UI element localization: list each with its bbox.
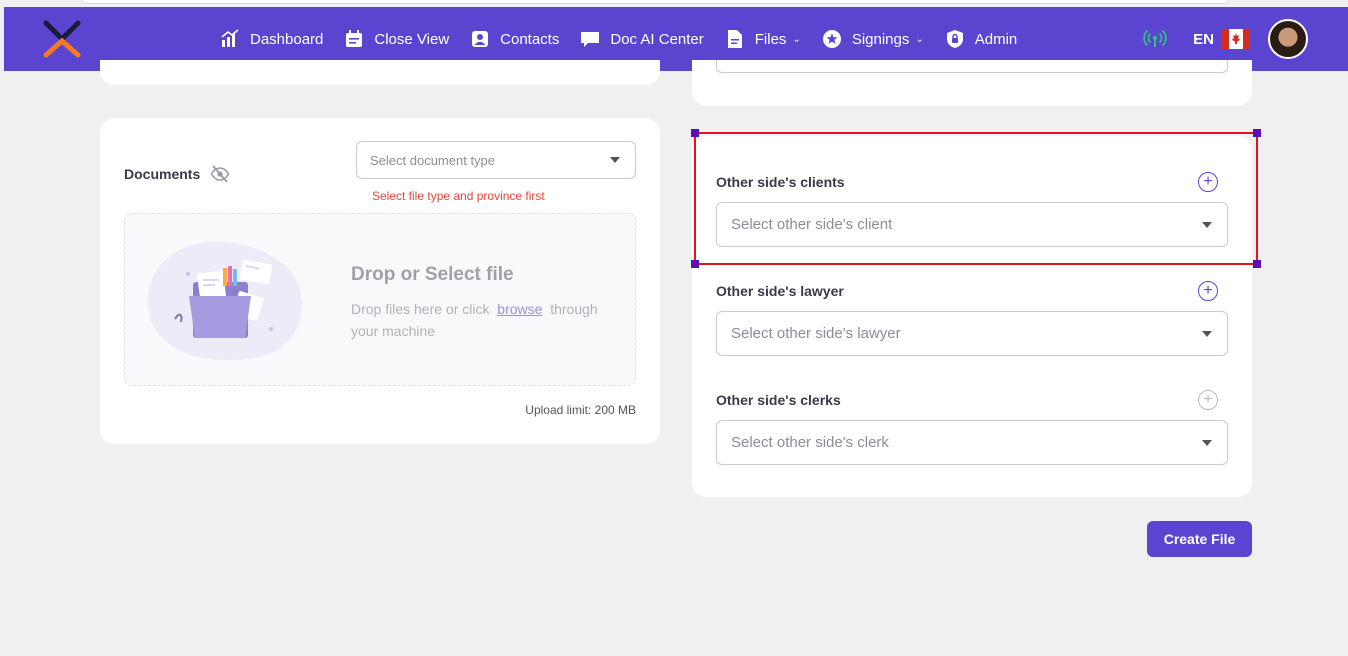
upload-limit-text: Upload limit: 200 MB xyxy=(525,403,636,417)
other-side-lawyer-label: Other side's lawyer xyxy=(716,283,844,299)
nav-item-label: Admin xyxy=(974,30,1018,48)
clerk-select-placeholder: Select other side's clerk xyxy=(731,434,889,451)
previous-field-edge xyxy=(716,60,1228,73)
document-type-select[interactable]: Select document type xyxy=(356,141,636,179)
dropzone-description: Drop files here or click browse through … xyxy=(351,298,621,342)
nav-item-label: Files xyxy=(754,30,787,48)
add-clerk-button[interactable]: + xyxy=(1198,390,1218,410)
plus-icon: + xyxy=(1203,173,1213,190)
eye-off-icon[interactable] xyxy=(210,164,230,184)
chart-icon xyxy=(220,29,240,49)
nav-item-admin[interactable]: Admin xyxy=(945,29,1018,49)
language-code[interactable]: EN xyxy=(1193,31,1214,48)
lawyer-select-placeholder: Select other side's lawyer xyxy=(731,325,901,342)
other-side-card: Other side's clients + Select other side… xyxy=(692,136,1252,497)
chat-icon xyxy=(580,29,600,49)
other-side-clerk-select[interactable]: Select other side's clerk xyxy=(716,420,1228,465)
nav-item-signings[interactable]: Signings ⌄ xyxy=(822,29,924,49)
nav-item-doc-ai-center[interactable]: Doc AI Center xyxy=(580,29,704,49)
resize-handle[interactable] xyxy=(691,260,699,268)
upload-illustration-icon xyxy=(147,241,302,361)
other-side-clients-label: Other side's clients xyxy=(716,174,845,190)
other-side-client-select[interactable]: Select other side's client xyxy=(716,202,1228,247)
other-side-clerks-label: Other side's clerks xyxy=(716,392,841,408)
address-bar-edge xyxy=(80,0,1230,4)
chevron-down-icon: ⌄ xyxy=(792,33,801,45)
canada-flag-icon[interactable] xyxy=(1222,29,1250,49)
caret-down-icon xyxy=(1202,330,1212,337)
caret-down-icon xyxy=(1202,221,1212,228)
signal-icon[interactable] xyxy=(1143,27,1167,51)
caret-down-icon xyxy=(1202,439,1212,446)
plus-icon: + xyxy=(1203,391,1213,408)
previous-card-left xyxy=(100,60,660,85)
nav-item-files[interactable]: Files ⌄ xyxy=(725,29,801,49)
resize-handle[interactable] xyxy=(691,129,699,137)
add-lawyer-button[interactable]: + xyxy=(1198,281,1218,301)
chevron-down-icon: ⌄ xyxy=(915,33,924,45)
nav-item-label: Dashboard xyxy=(250,30,324,48)
document-type-error: Select file type and province first xyxy=(372,189,545,203)
client-select-placeholder: Select other side's client xyxy=(731,216,893,233)
calendar-icon xyxy=(344,29,364,49)
user-avatar[interactable] xyxy=(1268,19,1308,59)
other-side-lawyer-select[interactable]: Select other side's lawyer xyxy=(716,311,1228,356)
dropzone-text-before: Drop files here or click xyxy=(351,301,490,317)
file-dropzone[interactable]: Drop or Select file Drop files here or c… xyxy=(124,213,636,386)
file-icon xyxy=(725,29,745,49)
resize-handle[interactable] xyxy=(1253,129,1261,137)
resize-handle[interactable] xyxy=(1253,260,1261,268)
lock-icon xyxy=(945,29,965,49)
document-type-placeholder: Select document type xyxy=(370,152,496,168)
dropzone-title: Drop or Select file xyxy=(351,264,514,285)
nav-item-label: Close View xyxy=(374,30,450,48)
app-logo-icon[interactable] xyxy=(42,19,82,59)
documents-title: Documents xyxy=(124,166,201,182)
nav-item-close-view[interactable]: Close View xyxy=(344,29,449,49)
documents-card: Documents Select document type Select fi… xyxy=(100,118,660,444)
contact-icon xyxy=(470,29,490,49)
plus-icon: + xyxy=(1203,282,1213,299)
nav-item-label: Doc AI Center xyxy=(610,30,704,48)
nav-item-dashboard[interactable]: Dashboard xyxy=(220,29,323,49)
nav-item-contacts[interactable]: Contacts xyxy=(470,29,559,49)
browse-link[interactable]: browse xyxy=(497,301,542,317)
star-badge-icon xyxy=(822,29,842,49)
nav-item-label: Contacts xyxy=(500,30,560,48)
caret-down-icon xyxy=(610,157,620,163)
nav-item-label: Signings xyxy=(851,30,910,48)
create-file-button[interactable]: Create File xyxy=(1147,521,1252,557)
add-client-button[interactable]: + xyxy=(1198,172,1218,192)
previous-card-right xyxy=(692,60,1252,106)
